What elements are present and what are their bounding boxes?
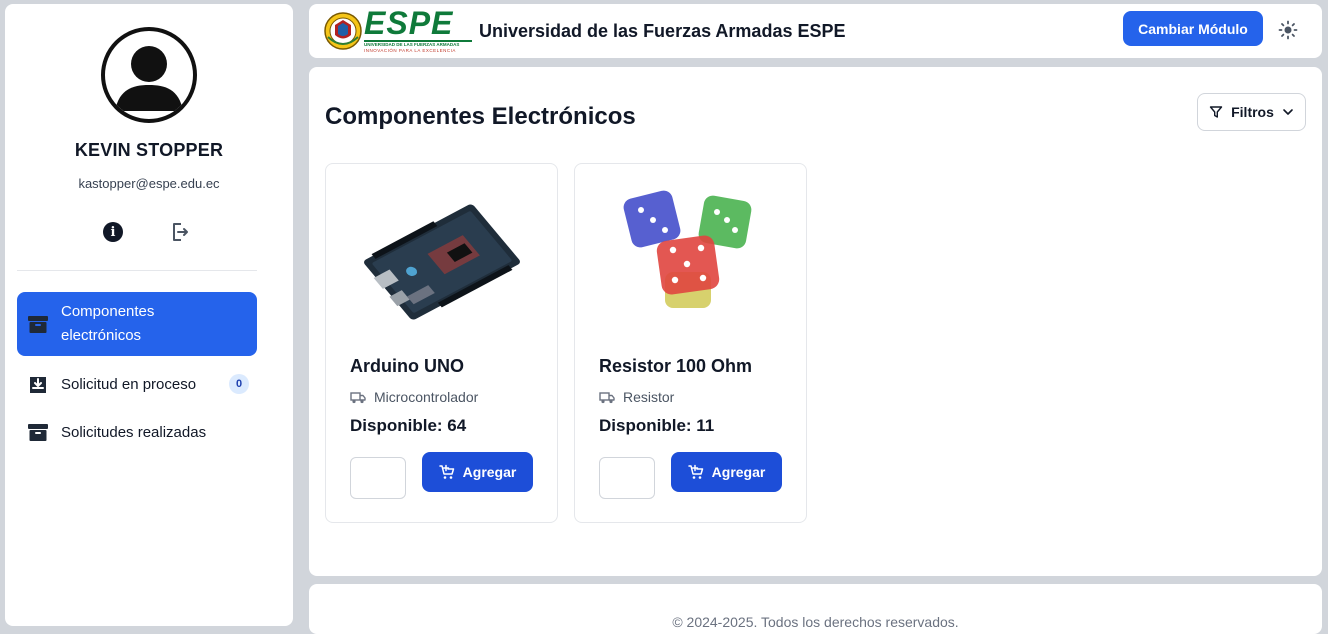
filters-label: Filtros	[1231, 104, 1274, 120]
filters-button[interactable]: Filtros	[1197, 93, 1306, 131]
product-card-resistor: Resistor 100 Ohm Resistor Disponible: 11…	[574, 163, 807, 523]
download-tray-icon	[30, 377, 46, 393]
chevron-down-icon	[1283, 109, 1293, 115]
truck-icon	[350, 391, 366, 403]
pending-count-badge: 0	[229, 374, 249, 394]
product-name: Resistor 100 Ohm	[599, 356, 753, 376]
sidebar-item-label: Solicitudes realizadas	[61, 423, 207, 441]
main-panel: Componentes Electrónicos Filtros Arduino…	[309, 67, 1322, 576]
user-avatar	[101, 27, 197, 123]
product-stock: Disponible: 64	[350, 416, 467, 435]
logout-icon[interactable]	[170, 221, 190, 243]
product-card-arduino: Arduino UNO Microcontrolador Disponible:…	[325, 163, 558, 523]
dice-image	[595, 180, 787, 340]
arduino-board-image	[346, 180, 538, 340]
sidebar-divider	[17, 270, 257, 271]
top-bar: ESPE UNIVERSIDAD DE LAS FUERZAS ARMADAS …	[309, 4, 1322, 58]
copyright-text: © 2024-2025. Todos los derechos reservad…	[672, 614, 959, 630]
sun-icon[interactable]	[1278, 20, 1298, 40]
product-category: Microcontrolador	[350, 389, 478, 405]
quantity-input[interactable]	[599, 457, 655, 499]
user-email: kastopper@espe.edu.ec	[78, 176, 220, 191]
funnel-icon	[1209, 106, 1223, 118]
cart-plus-icon	[687, 464, 703, 479]
add-to-cart-button[interactable]: Agregar	[422, 452, 533, 492]
quantity-input[interactable]	[350, 457, 406, 499]
info-icon[interactable]: i	[103, 222, 123, 242]
truck-icon	[599, 391, 615, 403]
sidebar-item-solicitudes-realizadas[interactable]: Solicitudes realizadas	[17, 416, 257, 448]
university-title: Universidad de las Fuerzas Armadas ESPE	[479, 21, 846, 41]
espe-seal-logo	[324, 12, 362, 50]
user-name: KEVIN STOPPER	[74, 140, 224, 160]
product-name: Arduino UNO	[350, 356, 464, 376]
sidebar-item-componentes[interactable]: Componentes electrónicos	[17, 292, 257, 356]
user-silhouette-icon	[115, 46, 183, 111]
page-title: Componentes Electrónicos	[325, 103, 636, 130]
archive-icon	[28, 316, 48, 333]
sidebar: KEVIN STOPPER kastopper@espe.edu.ec i Co…	[5, 4, 293, 626]
espe-wordmark-logo: ESPE UNIVERSIDAD DE LAS FUERZAS ARMADAS …	[364, 7, 472, 57]
product-category: Resistor	[599, 389, 674, 405]
archive-icon	[28, 424, 48, 441]
change-module-button[interactable]: Cambiar Módulo	[1123, 11, 1263, 46]
sidebar-item-solicitud-en-proceso[interactable]: Solicitud en proceso 0	[17, 368, 257, 400]
cart-plus-icon	[438, 464, 454, 479]
sidebar-item-label: Componentes electrónicos	[61, 303, 155, 344]
add-to-cart-button[interactable]: Agregar	[671, 452, 782, 492]
product-stock: Disponible: 11	[599, 416, 715, 435]
sidebar-item-label: Solicitud en proceso	[61, 375, 197, 393]
